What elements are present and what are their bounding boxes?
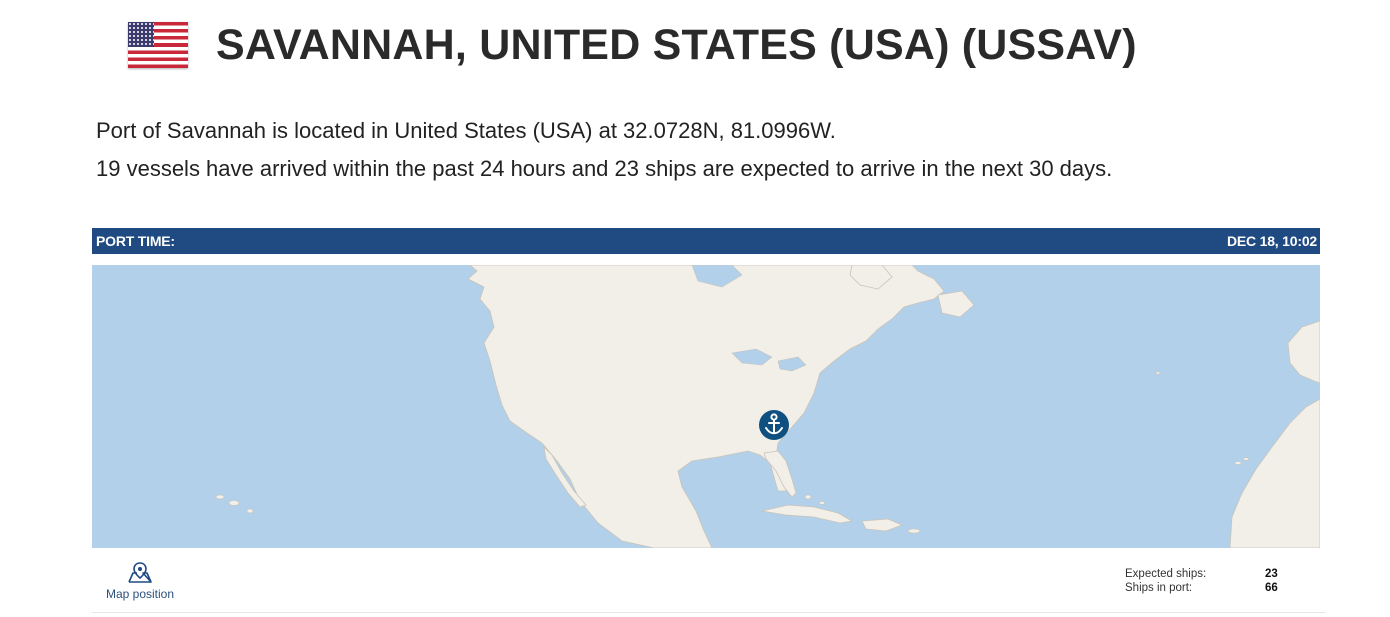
port-marker[interactable] <box>759 410 789 440</box>
page-header: SAVANNAH, UNITED STATES (USA) (USSAV) <box>128 10 1137 80</box>
stat-ships-in-port: Ships in port: 66 <box>1125 581 1278 595</box>
port-traffic-text: 19 vessels have arrived within the past … <box>96 156 1113 181</box>
port-description: Port of Savannah is located in United St… <box>96 112 1112 188</box>
stat-label: Ships in port: <box>1125 582 1193 594</box>
port-location-text: Port of Savannah is located in United St… <box>96 118 836 143</box>
stat-expected-ships: Expected ships: 23 <box>1125 567 1278 581</box>
map-canvas[interactable] <box>92 265 1320 548</box>
map-footer: Map position Expected ships: 23 Ships in… <box>92 556 1326 613</box>
port-time-label: PORT TIME: <box>96 233 175 249</box>
stat-label: Expected ships: <box>1125 568 1207 580</box>
port-time-bar: PORT TIME: DEC 18, 10:02 <box>92 228 1320 254</box>
port-map[interactable] <box>92 265 1320 548</box>
map-pin-icon <box>128 562 152 583</box>
map-position-label: Map position <box>105 587 175 601</box>
stat-value: 23 <box>1265 568 1278 580</box>
iberia-land <box>1287 320 1320 384</box>
hispaniola-land <box>861 518 904 532</box>
port-time-value: DEC 18, 10:02 <box>1226 233 1317 249</box>
stat-value: 66 <box>1265 582 1278 594</box>
newfoundland-land <box>937 290 975 318</box>
ship-stats: Expected ships: 23 Ships in port: 66 <box>1125 567 1278 595</box>
us-flag-icon <box>128 22 188 68</box>
map-position-button[interactable]: Map position <box>92 556 188 601</box>
cuba-land <box>761 504 854 524</box>
page-title: SAVANNAH, UNITED STATES (USA) (USSAV) <box>216 20 1137 69</box>
north-america-land <box>467 265 945 548</box>
africa-land <box>1229 398 1320 548</box>
